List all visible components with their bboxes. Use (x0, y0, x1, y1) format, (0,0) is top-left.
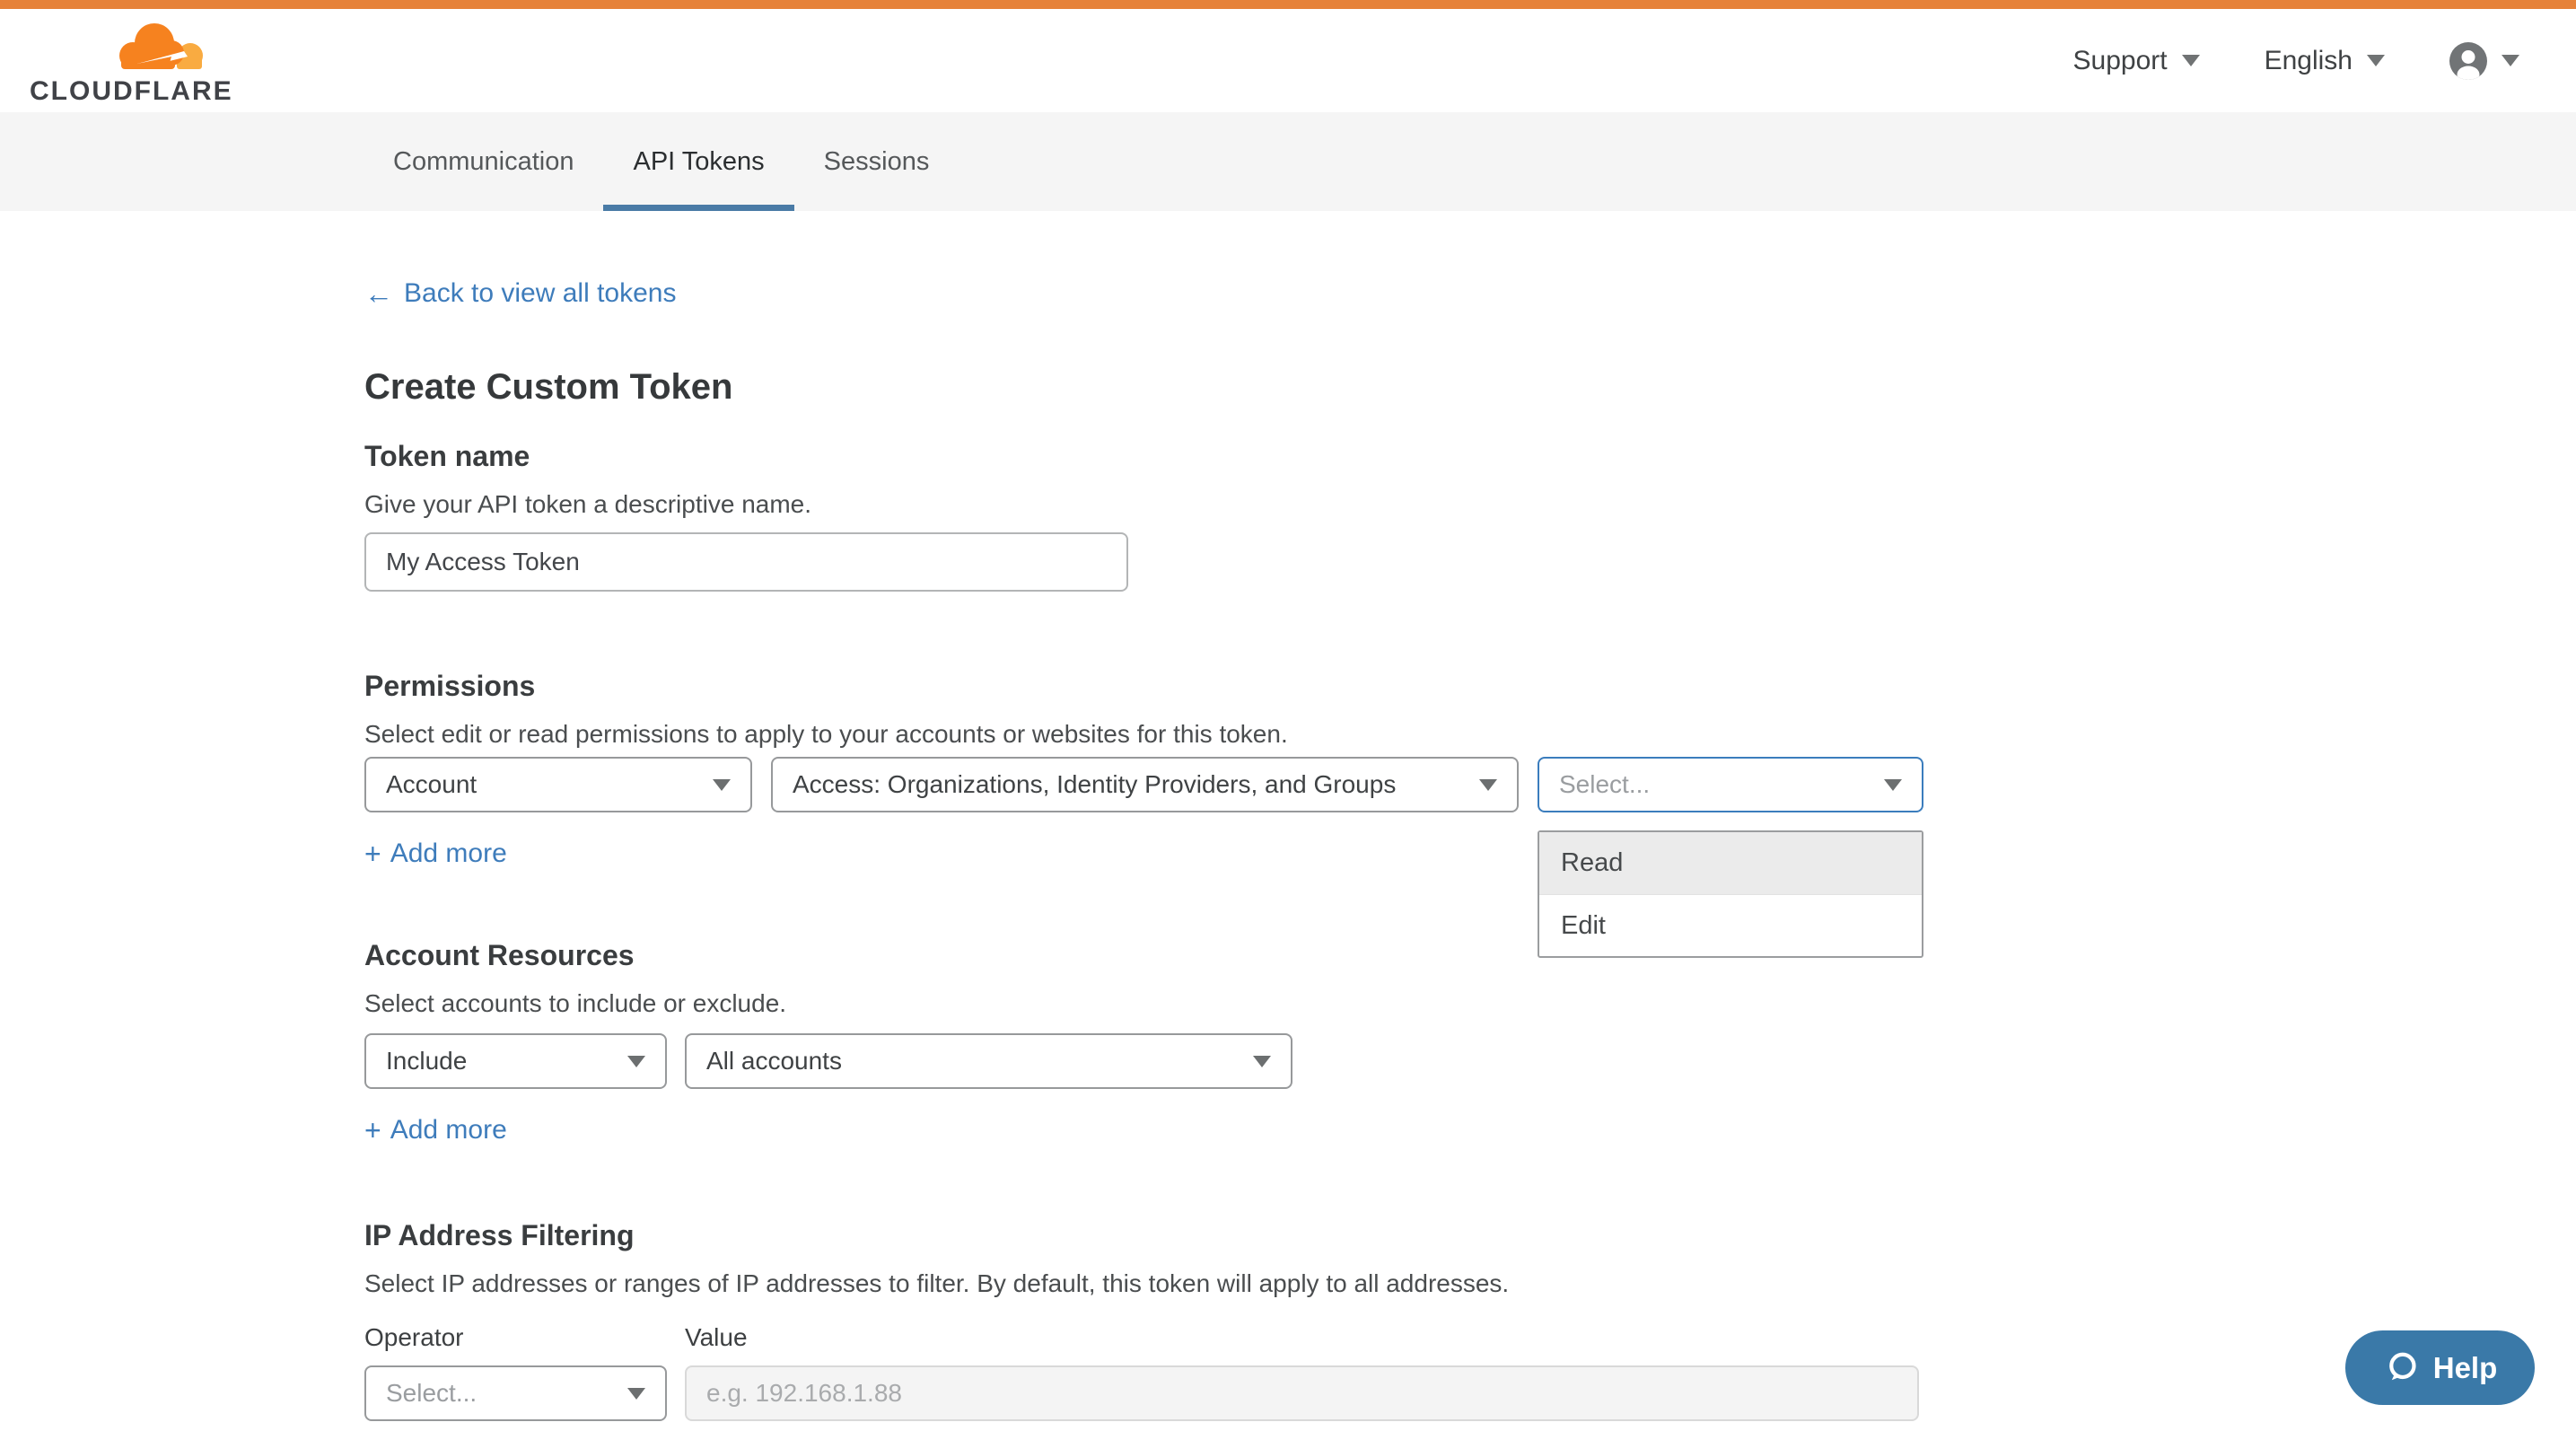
permissions-section: Permissions Select edit or read permissi… (364, 669, 2576, 870)
tab-sessions[interactable]: Sessions (794, 112, 959, 211)
caret-down-icon (713, 779, 731, 791)
ip-value-input[interactable] (685, 1365, 1919, 1421)
access-level-select[interactable]: Select... (1538, 757, 1923, 812)
tab-communication[interactable]: Communication (364, 112, 603, 211)
operator-placeholder: Select... (386, 1379, 477, 1408)
account-resources-heading: Account Resources (364, 938, 2576, 972)
permission-scope-select[interactable]: Account (364, 757, 752, 812)
caret-down-icon (627, 1388, 645, 1400)
tab-bar: Communication API Tokens Sessions (0, 112, 2576, 211)
caret-down-icon (2182, 55, 2200, 66)
user-avatar-icon (2449, 42, 2487, 80)
token-name-description: Give your API token a descriptive name. (364, 489, 2576, 520)
menu-item-edit[interactable]: Edit (1539, 894, 1922, 956)
token-name-section: Token name Give your API token a descrip… (364, 439, 2576, 592)
ip-filtering-labels-row: Operator Value (364, 1322, 2576, 1353)
ip-filtering-description: Select IP addresses or ranges of IP addr… (364, 1269, 2576, 1299)
header: CLOUDFLARE Support English (0, 9, 2576, 112)
permission-scope-value: Account (386, 770, 477, 799)
account-resources-section: Account Resources Select accounts to inc… (364, 938, 2576, 1146)
cloudflare-wordmark: CLOUDFLARE (30, 78, 233, 105)
ip-filtering-section: IP Address Filtering Select IP addresses… (364, 1218, 2576, 1421)
back-arrow-icon: ← (364, 277, 393, 310)
account-resources-description: Select accounts to include or exclude. (364, 988, 2576, 1019)
main-content: ← Back to view all tokens Create Custom … (0, 211, 2576, 1421)
permissions-row: Account Access: Organizations, Identity … (364, 757, 2576, 812)
permissions-heading: Permissions (364, 669, 2576, 703)
help-button[interactable]: Help (2345, 1330, 2535, 1405)
caret-down-icon (627, 1056, 645, 1067)
include-exclude-value: Include (386, 1047, 467, 1075)
caret-down-icon (2502, 55, 2519, 66)
accounts-select[interactable]: All accounts (685, 1033, 1292, 1089)
permissions-add-more-label: Add more (390, 838, 507, 870)
cloudflare-logo[interactable]: CLOUDFLARE (30, 17, 233, 105)
top-accent-bar (0, 0, 2576, 9)
header-nav: Support English (2073, 42, 2519, 80)
ip-filtering-row: Select... (364, 1365, 2576, 1421)
token-name-input[interactable] (364, 532, 1128, 592)
language-menu-label: English (2265, 46, 2353, 76)
accounts-value: All accounts (706, 1047, 842, 1075)
help-button-label: Help (2433, 1351, 2498, 1385)
plus-icon: + (364, 1114, 381, 1146)
back-to-tokens-link[interactable]: ← Back to view all tokens (364, 277, 676, 310)
permissions-add-more-link[interactable]: + Add more (364, 838, 507, 870)
value-label: Value (685, 1322, 748, 1353)
support-menu[interactable]: Support (2073, 46, 2200, 76)
language-menu[interactable]: English (2265, 46, 2385, 76)
account-resources-add-more-label: Add more (390, 1114, 507, 1146)
account-resources-add-more-link[interactable]: + Add more (364, 1114, 507, 1146)
caret-down-icon (2367, 55, 2385, 66)
plus-icon: + (364, 838, 381, 870)
permission-group-select[interactable]: Access: Organizations, Identity Provider… (771, 757, 1519, 812)
operator-label: Operator (364, 1322, 667, 1353)
account-resources-row: Include All accounts (364, 1033, 2576, 1089)
page-title: Create Custom Token (364, 365, 2576, 408)
access-level-menu: Read Edit (1538, 830, 1923, 958)
permission-group-value: Access: Organizations, Identity Provider… (793, 770, 1396, 799)
back-link-label: Back to view all tokens (404, 277, 676, 310)
operator-select[interactable]: Select... (364, 1365, 667, 1421)
account-menu[interactable] (2449, 42, 2519, 80)
support-menu-label: Support (2073, 46, 2168, 76)
caret-down-icon (1479, 779, 1497, 791)
menu-item-read[interactable]: Read (1539, 832, 1922, 894)
caret-down-icon (1884, 779, 1902, 791)
cloudflare-cloud-icon (112, 17, 209, 76)
permissions-description: Select edit or read permissions to apply… (364, 719, 2576, 750)
ip-filtering-heading: IP Address Filtering (364, 1218, 2576, 1252)
caret-down-icon (1253, 1056, 1271, 1067)
access-level-placeholder: Select... (1559, 770, 1650, 799)
include-exclude-select[interactable]: Include (364, 1033, 667, 1089)
access-level-select-wrap: Select... Read Edit (1538, 757, 1923, 812)
tab-api-tokens[interactable]: API Tokens (603, 112, 793, 211)
chat-bubble-icon (2383, 1349, 2421, 1387)
token-name-heading: Token name (364, 439, 2576, 473)
